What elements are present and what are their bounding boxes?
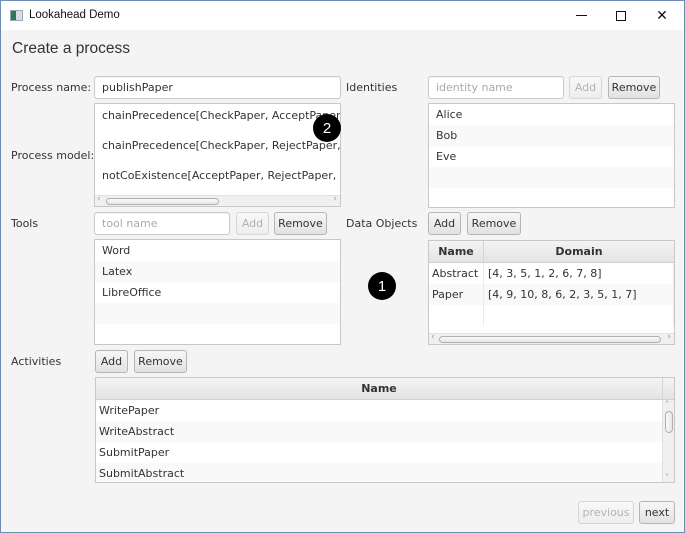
window-title: Lookahead Demo	[29, 9, 120, 21]
scroll-left-icon[interactable]: ‹	[431, 332, 435, 342]
scrollbar-thumb[interactable]	[665, 411, 673, 433]
list-item[interactable]: LibreOffice	[95, 282, 340, 303]
process-name-label: Process name:	[11, 81, 92, 94]
remove-activity-button[interactable]: Remove	[134, 350, 187, 373]
scrollbar-thumb[interactable]	[106, 198, 219, 205]
cell-domain	[484, 305, 674, 326]
identity-name-input[interactable]: identity name	[428, 76, 564, 99]
identities-list[interactable]: Alice Bob Eve	[428, 103, 675, 208]
list-item	[95, 303, 340, 324]
next-button[interactable]: next	[639, 501, 675, 524]
list-item	[429, 167, 674, 188]
table-row	[429, 305, 674, 326]
table-row[interactable]: SubmitPaper	[96, 442, 674, 463]
table-row[interactable]: WritePaper	[96, 400, 674, 421]
process-model-label: Process model:	[11, 149, 95, 162]
table-header: Name	[96, 378, 674, 400]
cell-domain: [4, 9, 10, 8, 6, 2, 3, 5, 1, 7]	[484, 284, 674, 305]
cell-name	[429, 305, 484, 326]
scroll-up-icon[interactable]: ˄	[665, 400, 669, 409]
list-item[interactable]: Latex	[95, 261, 340, 282]
process-name-input[interactable]: publishPaper	[94, 76, 341, 99]
process-model-textarea[interactable]: chainPrecedence[CheckPaper, AcceptPaper,…	[94, 103, 341, 207]
minimize-icon	[575, 15, 587, 16]
scroll-right-icon[interactable]: ›	[333, 194, 337, 204]
model-line: chainPrecedence[CheckPaper, RejectPaper,…	[102, 139, 340, 152]
scroll-right-icon[interactable]: ›	[667, 332, 671, 342]
list-item[interactable]: Word	[95, 240, 340, 261]
add-activity-button[interactable]: Add	[95, 350, 128, 373]
cell-name: WriteAbstract	[96, 421, 663, 442]
app-window: Lookahead Demo ✕ Create a process Proces…	[0, 0, 685, 533]
app-window-icon	[10, 10, 23, 21]
list-item	[429, 188, 674, 207]
maximize-button[interactable]	[601, 1, 641, 30]
column-header-name[interactable]: Name	[429, 241, 484, 262]
data-objects-label: Data Objects	[346, 217, 418, 230]
list-item[interactable]: Bob	[429, 125, 674, 146]
data-objects-hscrollbar[interactable]: ‹ ›	[429, 332, 674, 344]
cell-domain: [4, 3, 5, 1, 2, 6, 7, 8]	[484, 263, 674, 284]
cell-name: WritePaper	[96, 400, 663, 421]
maximize-icon	[616, 10, 626, 21]
close-button[interactable]: ✕	[642, 1, 682, 30]
list-item	[95, 324, 340, 344]
list-item[interactable]: Alice	[429, 104, 674, 125]
tools-list[interactable]: Word Latex LibreOffice	[94, 239, 341, 345]
data-objects-table[interactable]: Name Domain Abstract [4, 3, 5, 1, 2, 6, …	[428, 240, 675, 345]
remove-identity-button[interactable]: Remove	[608, 76, 660, 99]
cell-name: Paper	[429, 284, 484, 305]
cell-name: SubmitAbstract	[96, 463, 663, 482]
model-line: chainPrecedence[CheckPaper, AcceptPaper,…	[102, 109, 340, 122]
title-bar: Lookahead Demo ✕	[1, 1, 684, 30]
table-row[interactable]: Abstract [4, 3, 5, 1, 2, 6, 7, 8]	[429, 263, 674, 284]
cell-name: Abstract	[429, 263, 484, 284]
scroll-left-icon[interactable]: ‹	[97, 194, 101, 204]
table-header: Name Domain	[429, 241, 674, 263]
activities-label: Activities	[11, 355, 62, 368]
annotation-badge-1: 1	[368, 272, 396, 300]
column-header-name[interactable]: Name	[96, 378, 663, 399]
previous-button[interactable]: previous	[578, 501, 634, 524]
list-item[interactable]: Eve	[429, 146, 674, 167]
identities-label: Identities	[346, 81, 398, 94]
cell-name: SubmitPaper	[96, 442, 663, 463]
scrollbar-thumb[interactable]	[439, 336, 661, 343]
process-model-hscrollbar[interactable]: ‹ ›	[95, 194, 340, 206]
tool-name-input[interactable]: tool name	[94, 212, 230, 235]
scroll-down-icon[interactable]: ˅	[665, 473, 669, 482]
minimize-button[interactable]	[561, 1, 601, 30]
remove-tool-button[interactable]: Remove	[274, 212, 327, 235]
table-row[interactable]: SubmitAbstract	[96, 463, 674, 482]
page-title: Create a process	[12, 40, 131, 57]
model-line: notCoExistence[AcceptPaper, RejectPaper,	[102, 169, 337, 182]
activities-table[interactable]: Name WritePaper WriteAbstract SubmitPape…	[95, 377, 675, 483]
add-identity-button[interactable]: Add	[569, 76, 602, 99]
remove-data-object-button[interactable]: Remove	[467, 212, 521, 235]
close-icon: ✕	[656, 7, 668, 23]
table-row[interactable]: WriteAbstract	[96, 421, 674, 442]
annotation-badge-2: 2	[313, 114, 341, 142]
column-header-domain[interactable]: Domain	[484, 241, 674, 262]
table-row[interactable]: Paper [4, 9, 10, 8, 6, 2, 3, 5, 1, 7]	[429, 284, 674, 305]
activities-vscrollbar[interactable]: ˄ ˅	[662, 400, 674, 482]
add-data-object-button[interactable]: Add	[428, 212, 461, 235]
add-tool-button[interactable]: Add	[236, 212, 269, 235]
tools-label: Tools	[11, 217, 39, 230]
